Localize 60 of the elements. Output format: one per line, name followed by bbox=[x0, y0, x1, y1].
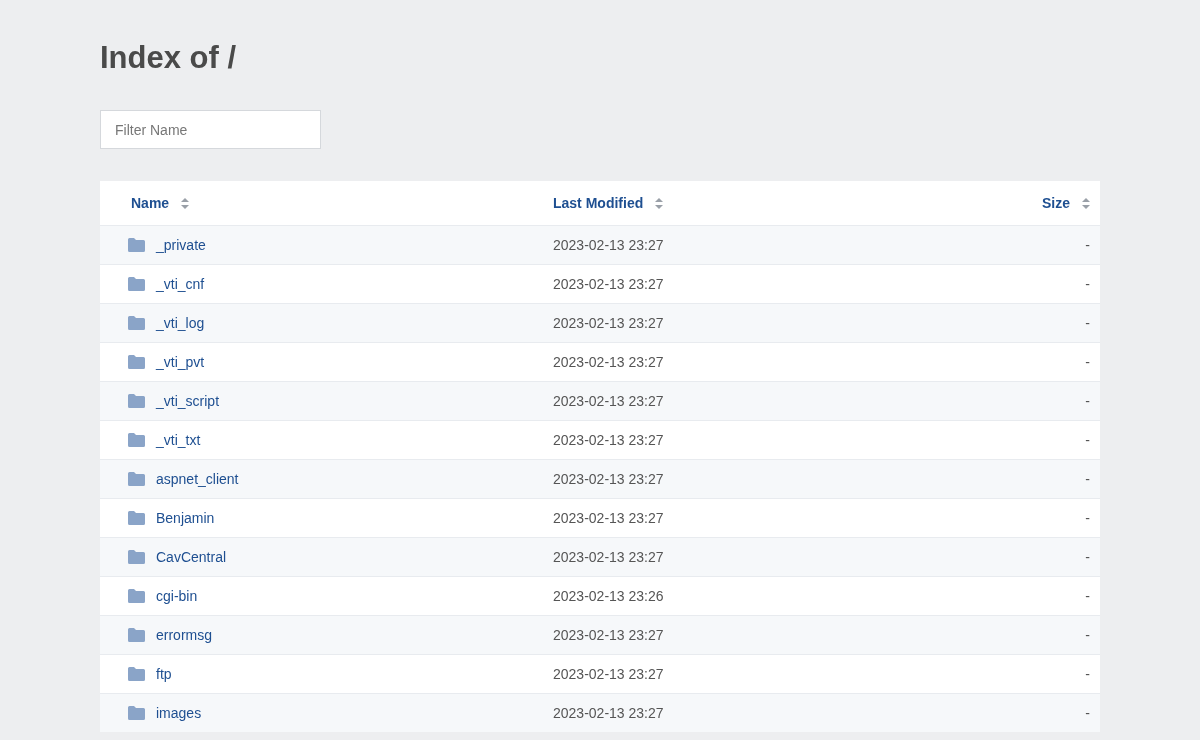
folder-icon bbox=[128, 277, 145, 291]
folder-icon bbox=[128, 316, 145, 330]
file-size: - bbox=[1084, 393, 1091, 409]
file-size: - bbox=[1084, 471, 1091, 487]
folder-icon bbox=[128, 589, 145, 603]
folder-icon bbox=[128, 355, 145, 369]
folder-link[interactable]: _vti_cnf bbox=[156, 276, 205, 292]
sort-icon[interactable] bbox=[1082, 197, 1090, 209]
folder-link[interactable]: _vti_pvt bbox=[156, 354, 205, 370]
file-size: - bbox=[1084, 549, 1091, 565]
folder-icon bbox=[128, 628, 145, 642]
folder-link[interactable]: ftp bbox=[156, 666, 172, 682]
page-title: Index of / bbox=[100, 39, 238, 77]
file-size: - bbox=[1084, 315, 1091, 331]
file-size: - bbox=[1084, 588, 1091, 604]
folder-icon bbox=[128, 238, 145, 252]
file-size: - bbox=[1084, 237, 1091, 253]
file-size: - bbox=[1084, 627, 1091, 643]
sort-icon[interactable] bbox=[181, 197, 190, 209]
modified-date: 2023-02-13 23:27 bbox=[553, 354, 665, 370]
column-header[interactable]: Name bbox=[131, 195, 170, 211]
folder-link[interactable]: CavCentral bbox=[156, 549, 227, 565]
filter-field[interactable]: Filter Name bbox=[100, 110, 321, 149]
folder-link[interactable]: images bbox=[156, 705, 202, 721]
modified-date: 2023-02-13 23:27 bbox=[553, 549, 665, 565]
modified-date: 2023-02-13 23:26 bbox=[553, 588, 665, 604]
column-header[interactable]: Size bbox=[1042, 195, 1070, 211]
file-size: - bbox=[1084, 705, 1091, 721]
folder-icon bbox=[128, 511, 145, 525]
folder-link[interactable]: _vti_script bbox=[156, 393, 220, 409]
modified-date: 2023-02-13 23:27 bbox=[553, 666, 665, 682]
folder-link[interactable]: cgi-bin bbox=[156, 588, 198, 604]
folder-link[interactable]: _vti_txt bbox=[156, 432, 201, 448]
modified-date: 2023-02-13 23:27 bbox=[553, 510, 665, 526]
folder-link[interactable]: aspnet_client bbox=[156, 471, 239, 487]
folder-icon bbox=[128, 472, 145, 486]
modified-date: 2023-02-13 23:27 bbox=[553, 471, 665, 487]
modified-date: 2023-02-13 23:27 bbox=[553, 237, 665, 253]
column-header[interactable]: Last Modified bbox=[553, 195, 644, 211]
folder-link[interactable]: _vti_log bbox=[156, 315, 205, 331]
modified-date: 2023-02-13 23:27 bbox=[553, 705, 665, 721]
file-size: - bbox=[1084, 510, 1091, 526]
folder-icon bbox=[128, 706, 145, 720]
file-size: - bbox=[1084, 432, 1091, 448]
sort-icon[interactable] bbox=[655, 197, 664, 209]
modified-date: 2023-02-13 23:27 bbox=[553, 315, 665, 331]
folder-link[interactable]: _private bbox=[156, 237, 206, 253]
file-size: - bbox=[1084, 354, 1091, 370]
file-size: - bbox=[1084, 276, 1091, 292]
modified-date: 2023-02-13 23:27 bbox=[553, 432, 665, 448]
modified-date: 2023-02-13 23:27 bbox=[553, 393, 665, 409]
modified-date: 2023-02-13 23:27 bbox=[553, 627, 665, 643]
folder-icon bbox=[128, 550, 145, 564]
folder-icon bbox=[128, 394, 145, 408]
folder-link[interactable]: Benjamin bbox=[156, 510, 215, 526]
folder-icon bbox=[128, 433, 145, 447]
modified-date: 2023-02-13 23:27 bbox=[553, 276, 665, 292]
folder-icon bbox=[128, 667, 145, 681]
folder-link[interactable]: errormsg bbox=[156, 627, 212, 643]
file-size: - bbox=[1084, 666, 1091, 682]
